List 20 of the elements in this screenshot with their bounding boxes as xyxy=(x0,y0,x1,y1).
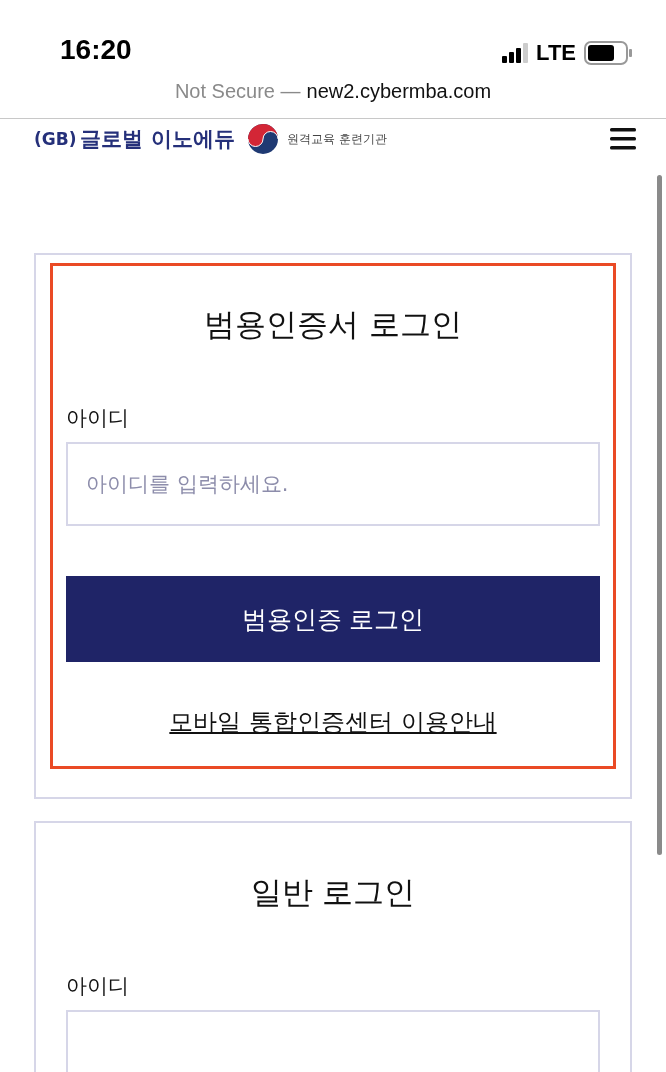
field-label: 아이디 xyxy=(66,973,130,1000)
signal-icon xyxy=(502,43,529,63)
guide-link[interactable]: 모바일 통합인증센터 이용안내 xyxy=(169,706,497,738)
logo-name[interactable]: 글로벌 이노에듀 xyxy=(80,125,235,153)
network-type: LTE xyxy=(536,40,576,66)
card-title: 범용인증서 로그인 xyxy=(203,305,463,344)
clock: 16:20 xyxy=(60,34,132,66)
menu-icon[interactable] xyxy=(610,128,636,150)
url-text[interactable]: new2.cybermba.com xyxy=(306,80,492,103)
login-button[interactable]: 범용인증 로그인 xyxy=(66,576,600,662)
scrollbar[interactable] xyxy=(657,175,662,855)
field-label: 아이디 xyxy=(66,405,130,432)
logo-prefix: (GB) xyxy=(34,129,77,149)
battery-icon xyxy=(584,41,632,65)
emblem-icon xyxy=(246,123,279,155)
id-input-field[interactable] xyxy=(66,1010,600,1072)
security-label: Not Secure — xyxy=(174,80,301,103)
badge-text: 원격교육 훈련기관 xyxy=(286,130,387,148)
id-input-field[interactable]: 아이디를 입력하세요. xyxy=(66,442,600,526)
card-title: 일반 로그인 xyxy=(249,873,417,912)
